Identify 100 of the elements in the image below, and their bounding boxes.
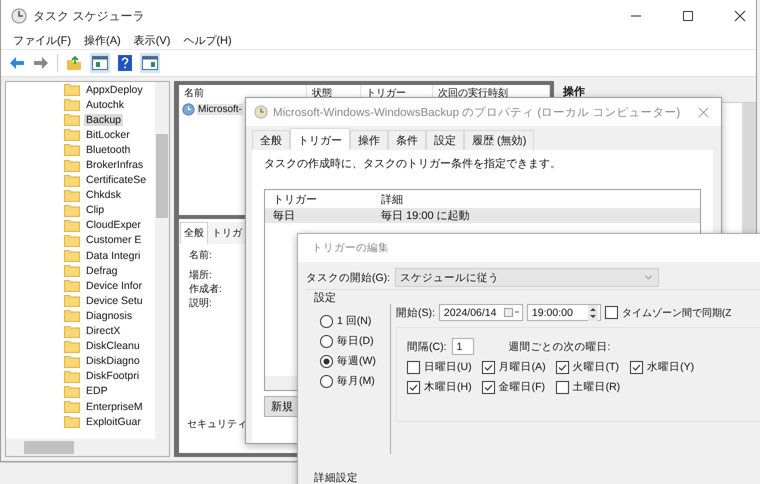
- radio-label[interactable]: 毎日(D): [337, 334, 374, 348]
- folder-icon: [64, 415, 80, 428]
- radio-button[interactable]: [320, 314, 333, 328]
- interval-field[interactable]: 1: [452, 338, 474, 355]
- menu-item[interactable]: ヘルプ(H): [183, 33, 232, 48]
- clock-icon: [254, 105, 268, 119]
- tree-item[interactable]: Defrag: [84, 264, 120, 277]
- section-label: セキュリティ: [186, 418, 247, 431]
- help-icon[interactable]: [118, 55, 132, 71]
- checkbox-label[interactable]: タイムゾーン間で同期(Z: [622, 306, 732, 320]
- checkbox-label[interactable]: 水曜日(Y): [647, 360, 694, 374]
- checkbox-label[interactable]: 金曜日(F): [498, 380, 545, 394]
- calendar-icon[interactable]: [504, 308, 520, 317]
- column-header[interactable]: 詳細: [381, 192, 700, 206]
- folder-icon: [64, 158, 80, 172]
- tree-item[interactable]: AppxDeploy: [84, 84, 145, 96]
- tree-item[interactable]: EDP: [84, 385, 110, 398]
- folder-icon: [64, 309, 80, 322]
- tree-item[interactable]: DirectX: [84, 325, 122, 338]
- tree-item[interactable]: BrokerInfras: [84, 159, 146, 172]
- tree-item[interactable]: Diagnosis: [84, 310, 134, 322]
- task-name[interactable]: Microsoft-: [197, 104, 243, 115]
- tree-item[interactable]: Data Integri: [84, 250, 142, 262]
- checkbox[interactable]: [482, 360, 495, 374]
- tree-item[interactable]: DiskDiagno: [84, 355, 142, 368]
- horizontal-scrollbar[interactable]: [6, 439, 169, 456]
- tree-item[interactable]: Device Infor: [84, 280, 144, 292]
- tree-item[interactable]: CloudExper: [84, 219, 143, 232]
- spinner-icon[interactable]: [588, 304, 598, 320]
- folder-up-icon[interactable]: [66, 55, 82, 71]
- forward-arrow-icon[interactable]: [33, 56, 49, 70]
- folder-icon: [64, 400, 80, 414]
- radio-button[interactable]: [320, 374, 333, 388]
- menu-item[interactable]: ファイル(F): [13, 33, 72, 48]
- panel-icon[interactable]: [142, 56, 158, 70]
- radio-label[interactable]: 1 回(N): [337, 314, 372, 328]
- checkbox-label[interactable]: 月曜日(A): [498, 360, 546, 374]
- tree-item[interactable]: EnterpriseM: [84, 400, 145, 413]
- time-field[interactable]: 19:00:00: [526, 304, 601, 321]
- tree-item[interactable]: CertificateSe: [84, 174, 148, 186]
- tree-item[interactable]: Chkdsk: [84, 189, 124, 202]
- folder-icon: [64, 234, 80, 247]
- tree-item[interactable]: Bluetooth: [84, 144, 132, 156]
- folder-icon: [64, 340, 80, 353]
- tab[interactable]: トリガー: [290, 128, 350, 150]
- radio-button[interactable]: [320, 354, 333, 368]
- tree-item[interactable]: Clip: [84, 204, 106, 216]
- start-dropdown[interactable]: スケジュールに従う: [395, 268, 660, 287]
- tree-item[interactable]: ExploitGuar: [84, 416, 143, 428]
- column-header[interactable]: トリガー: [265, 192, 381, 206]
- tree-item[interactable]: Device Setu: [84, 294, 145, 307]
- tree-item[interactable]: BitLocker: [84, 128, 132, 141]
- field-label: 名前:: [189, 249, 212, 263]
- radio-label[interactable]: 毎週(W): [337, 354, 376, 368]
- tab[interactable]: トリガ: [208, 222, 246, 244]
- tab[interactable]: 全般: [252, 130, 290, 150]
- checkbox[interactable]: [556, 380, 569, 394]
- tab[interactable]: 操作: [350, 130, 388, 150]
- vertical-scrollbar[interactable]: [155, 82, 169, 439]
- checkbox[interactable]: [482, 380, 495, 394]
- checkbox-label[interactable]: 日曜日(U): [424, 360, 472, 374]
- checkbox[interactable]: [630, 360, 644, 374]
- panel-icon[interactable]: [92, 56, 108, 70]
- radio-label[interactable]: 毎月(M): [337, 374, 375, 388]
- dialog-title: Microsoft-Windows-WindowsBackup のプロパティ (ローカル コンピューター): [273, 105, 680, 120]
- checkbox[interactable]: [407, 360, 420, 374]
- checkbox-label[interactable]: 火曜日(T): [572, 360, 619, 374]
- folder-icon: [64, 188, 80, 202]
- tree-item[interactable]: Backup: [84, 114, 124, 126]
- maximize-icon[interactable]: [682, 10, 694, 22]
- checkbox-label[interactable]: 木曜日(H): [424, 380, 472, 394]
- group-label: 設定: [314, 290, 336, 305]
- back-arrow-icon[interactable]: [9, 56, 25, 70]
- tab[interactable]: 履歴 (無効): [464, 130, 534, 150]
- folder-icon: [64, 370, 80, 383]
- date-field[interactable]: 2024/06/14: [438, 304, 523, 321]
- tree-item[interactable]: Autochk: [84, 98, 126, 111]
- tab[interactable]: 条件: [388, 130, 426, 150]
- folder-icon: [64, 324, 80, 338]
- menu-item[interactable]: 表示(V): [134, 33, 170, 48]
- close-icon[interactable]: [734, 10, 746, 22]
- checkbox[interactable]: [556, 360, 569, 374]
- radio-button[interactable]: [320, 334, 333, 348]
- checkbox-label[interactable]: 土曜日(R): [572, 380, 620, 394]
- tree-item[interactable]: Customer E: [84, 234, 144, 246]
- table-cell-text: 毎日: [272, 209, 296, 223]
- tree-item[interactable]: DiskFootpri: [84, 370, 142, 382]
- checkbox[interactable]: [407, 380, 420, 394]
- folder-icon: [64, 294, 80, 308]
- trigger-row[interactable]: 毎日 毎日 19:00 に起動: [265, 208, 700, 223]
- folder-icon: [64, 98, 80, 112]
- description-text: タスクの作成時に、タスクのトリガー条件を指定できます。: [264, 156, 562, 171]
- tab[interactable]: 全般: [180, 222, 208, 244]
- folder-icon: [64, 113, 80, 126]
- tab[interactable]: 設定: [426, 130, 464, 150]
- menu-item[interactable]: 操作(A): [84, 33, 121, 48]
- folder-icon: [64, 83, 80, 96]
- tree-item[interactable]: DiskCleanu: [84, 340, 142, 352]
- folder-icon: [64, 128, 80, 142]
- checkbox[interactable]: [604, 306, 618, 319]
